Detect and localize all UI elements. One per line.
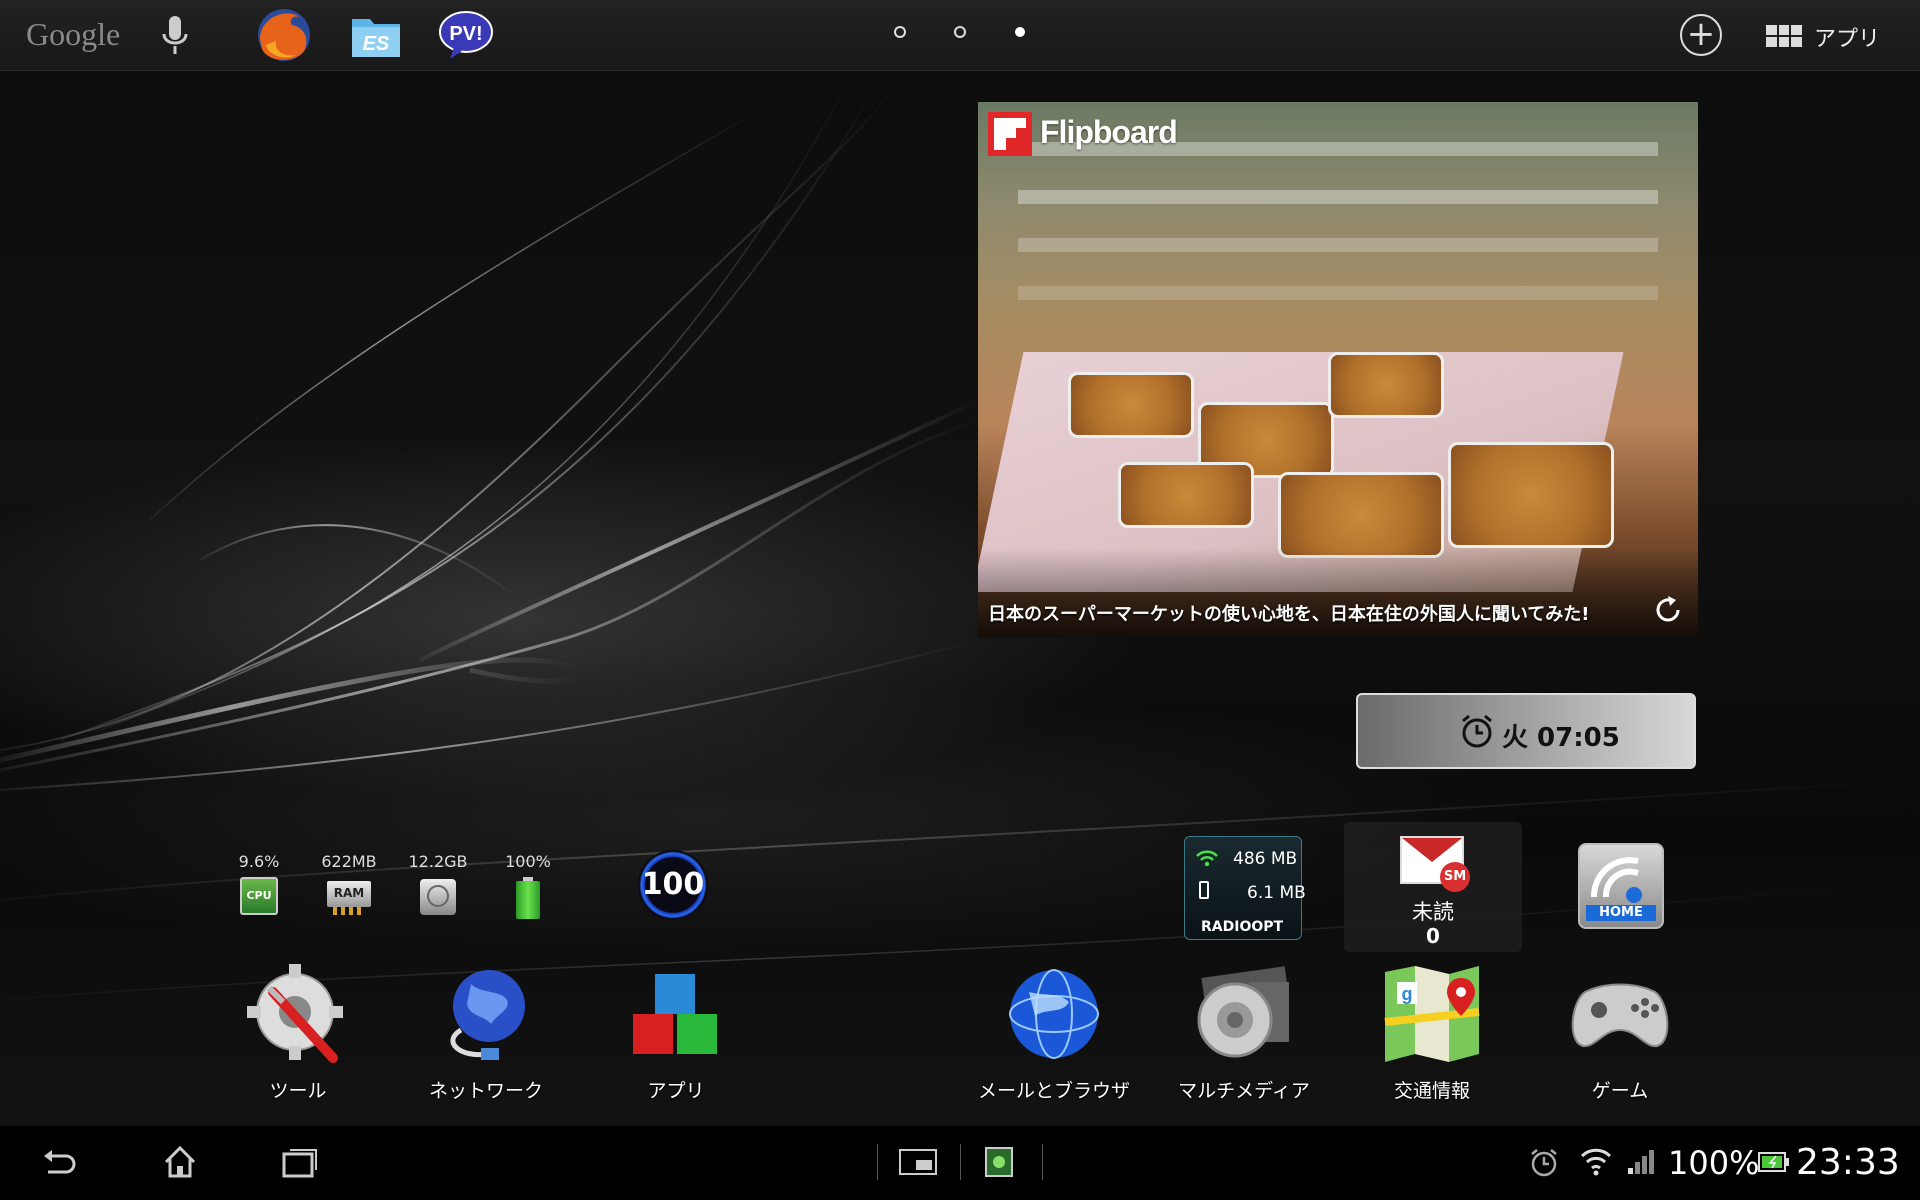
small-apps-icon[interactable] [898, 1142, 938, 1186]
status-battery-percent: 100% [1668, 1144, 1760, 1182]
status-wifi-icon [1580, 1146, 1612, 1180]
screenshot-icon[interactable] [984, 1142, 1016, 1186]
unread-label: 未読 [1412, 900, 1454, 924]
page-dot-3-active[interactable] [1015, 27, 1025, 37]
refresh-icon[interactable] [1652, 594, 1684, 626]
radioopt-brand: RADIOOPT [1201, 919, 1284, 935]
home-icon[interactable] [160, 1142, 200, 1186]
folder-multimedia[interactable]: マルチメディア [1154, 962, 1334, 1103]
plus-circle-icon: + [1686, 14, 1716, 54]
alarm-widget[interactable]: 火 07:05 [1356, 693, 1696, 769]
battery-icon [516, 877, 540, 919]
gamepad-icon [1565, 962, 1675, 1066]
ram-stat[interactable]: 622MB RAM [314, 852, 384, 917]
folder-label: ネットワーク [428, 1080, 543, 1102]
sm-badge-icon: SM [1440, 862, 1470, 892]
radioopt-widget[interactable]: 486 MB 6.1 MB RADIOOPT [1184, 836, 1306, 940]
recent-apps-icon[interactable] [280, 1142, 320, 1186]
multimedia-speaker-icon [1189, 962, 1299, 1066]
home-label: HOME [1586, 905, 1656, 921]
unread-mail-widget[interactable]: SM 未読 0 [1344, 822, 1522, 952]
pv-badge-text: PV! [449, 23, 482, 45]
folder-network[interactable]: ネットワーク [396, 962, 576, 1103]
status-signal-icon [1626, 1146, 1656, 1180]
wifi-icon [1196, 850, 1218, 867]
folder-label: ゲーム [1591, 1080, 1649, 1102]
google-search-logo[interactable]: Google [26, 16, 120, 53]
pv-app-icon[interactable]: PV! [436, 5, 496, 65]
folder-label: ツール [269, 1080, 327, 1102]
flipboard-logo-icon [988, 112, 1032, 156]
alarm-time: 火 07:05 [1502, 723, 1620, 753]
top-bar: Google ES PV! + アプリ [0, 0, 1920, 71]
unread-count: 0 [1426, 924, 1440, 948]
es-file-explorer-icon[interactable]: ES [346, 5, 406, 65]
svg-text:g: g [1402, 984, 1413, 1004]
battery-value: 100% [505, 852, 551, 871]
flipboard-widget[interactable]: Flipboard 日本のスーパーマーケットの使い心地を、日本在住の外国人に聞い… [978, 102, 1698, 638]
ram-icon: RAM [327, 877, 371, 917]
alarm-clock-icon [1462, 714, 1492, 748]
network-globe-icon [431, 962, 541, 1066]
navigation-bar: 100% 23:33 [0, 1126, 1920, 1200]
folder-games[interactable]: ゲーム [1530, 962, 1710, 1103]
folder-apps[interactable]: アプリ [586, 962, 766, 1103]
storage-stat[interactable]: 12.2GB [403, 852, 473, 917]
maps-icon: g [1377, 962, 1487, 1066]
cpu-icon: CPU [240, 877, 278, 915]
apps-grid-icon [1766, 25, 1802, 47]
globe-icon [999, 962, 1109, 1066]
folder-label: アプリ [647, 1080, 705, 1102]
folder-tools[interactable]: ツール [208, 962, 388, 1103]
flipboard-brand: Flipboard [1040, 114, 1178, 150]
es-badge-text: ES [363, 33, 390, 55]
page-dot-1[interactable] [894, 26, 906, 38]
apps-button-label: アプリ [1814, 27, 1881, 52]
folder-label: メールとブラウザ [977, 1080, 1130, 1102]
flipboard-article-caption[interactable]: 日本のスーパーマーケットの使い心地を、日本在住の外国人に聞いてみた! [988, 600, 1590, 626]
apps-cubes-icon [621, 962, 731, 1066]
wifi-usage: 486 MB [1233, 849, 1298, 869]
battery-stat[interactable]: 100% [493, 852, 563, 919]
mobile-phone-icon [1199, 881, 1209, 899]
home-network-widget[interactable]: HOME [1578, 843, 1664, 929]
home-wifi-icon [1590, 857, 1642, 903]
ram-value: 622MB [321, 852, 377, 871]
folder-label: 交通情報 [1393, 1080, 1470, 1102]
storage-icon [418, 877, 458, 917]
status-clock: 23:33 [1796, 1142, 1900, 1183]
folder-label: マルチメディア [1178, 1080, 1310, 1102]
microphone-icon[interactable] [160, 14, 190, 58]
add-widget-button[interactable]: + [1680, 14, 1722, 56]
mobile-usage: 6.1 MB [1247, 883, 1306, 903]
status-alarm-icon [1528, 1146, 1560, 1182]
firefox-icon[interactable] [254, 5, 314, 65]
page-dot-2[interactable] [954, 26, 966, 38]
folder-traffic[interactable]: g 交通情報 [1342, 962, 1522, 1103]
tools-gear-icon [243, 962, 353, 1066]
status-battery-icon [1758, 1150, 1790, 1178]
folder-mail-browser[interactable]: メールとブラウザ [964, 962, 1144, 1103]
cpu-stat[interactable]: 9.6% CPU [224, 852, 294, 915]
cpu-value: 9.6% [238, 852, 280, 871]
storage-value: 12.2GB [408, 852, 468, 871]
score-100-widget[interactable]: 100 [638, 850, 708, 920]
back-icon[interactable] [40, 1142, 80, 1186]
